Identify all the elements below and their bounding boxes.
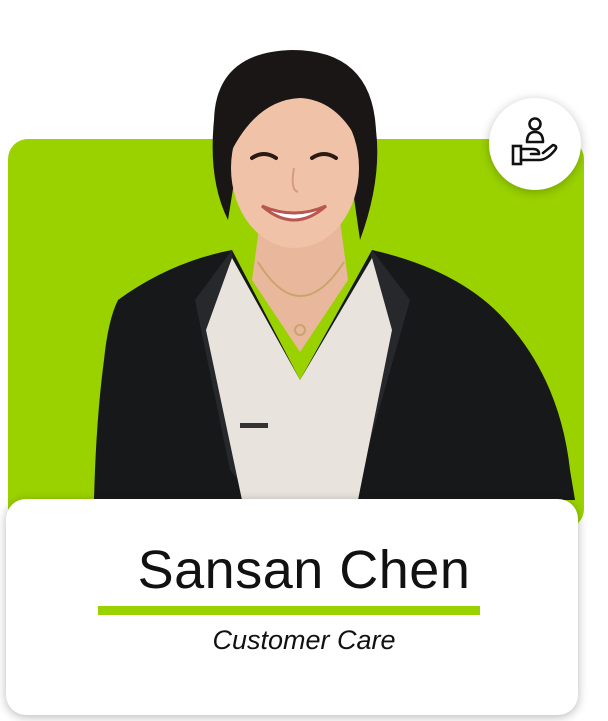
hand-holding-person-icon <box>511 117 558 166</box>
profile-card-stage: Sansan Chen Customer Care <box>0 0 608 721</box>
person-name: Sansan Chen <box>137 540 471 600</box>
service-badge <box>489 98 581 190</box>
person-role: Customer Care <box>212 625 396 655</box>
name-underline-accent <box>98 606 480 615</box>
